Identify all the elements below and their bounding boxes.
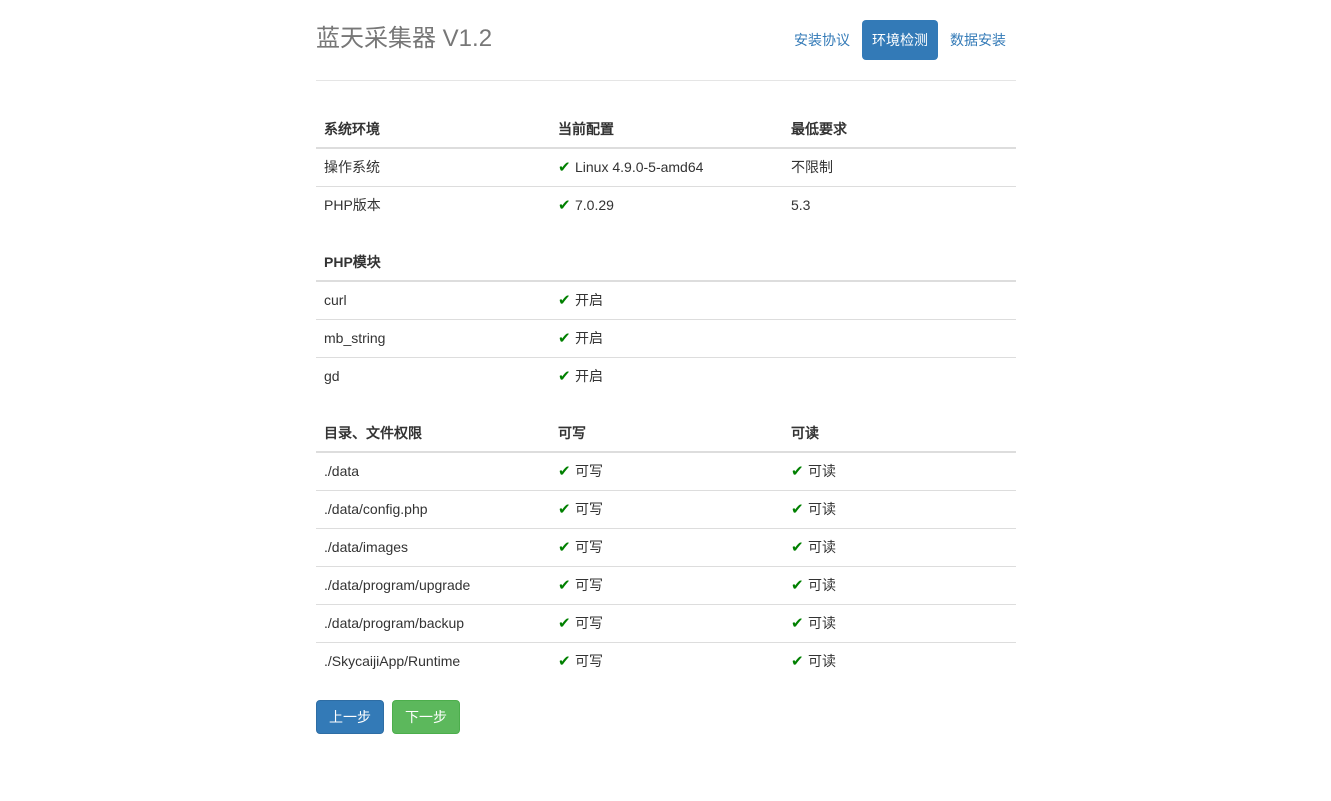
check-icon: ✔ (791, 653, 804, 670)
check-icon: ✔ (558, 368, 571, 385)
check-icon: ✔ (558, 501, 571, 518)
module-status: ✔ 开启 (550, 358, 783, 395)
env-table-header: 系统环境 当前配置 最低要求 (316, 109, 1016, 149)
module-status-value: 开启 (575, 330, 603, 346)
env-required: 不限制 (791, 159, 833, 175)
perm-read-value: 可读 (808, 653, 836, 669)
check-icon: ✔ (558, 159, 571, 176)
col-header-php-modules: PHP模块 (324, 254, 381, 270)
perm-write-value: 可写 (575, 539, 603, 555)
check-icon: ✔ (558, 463, 571, 480)
perm-read: ✔ 可读 (783, 529, 1016, 566)
prev-step-button[interactable]: 上一步 (316, 700, 384, 734)
col-header-system-env: 系统环境 (324, 121, 380, 137)
env-table: 系统环境 当前配置 最低要求 操作系统 ✔ Linux 4.9.0-5-amd64… (316, 109, 1016, 224)
check-icon: ✔ (558, 615, 571, 632)
check-icon: ✔ (791, 463, 804, 480)
perm-write: ✔ 可写 (550, 643, 783, 680)
perm-write: ✔ 可写 (550, 529, 783, 566)
check-icon: ✔ (791, 615, 804, 632)
perm-write: ✔ 可写 (550, 567, 783, 604)
col-header-min-requirement: 最低要求 (791, 121, 847, 137)
perm-read-value: 可读 (808, 463, 836, 479)
module-name: curl (324, 292, 347, 308)
env-current-value: 7.0.29 (575, 197, 614, 213)
table-row: ./data/program/backup ✔ 可写 ✔ 可读 (316, 605, 1016, 643)
perm-read-value: 可读 (808, 539, 836, 555)
nav-step-data-install[interactable]: 数据安装 (940, 20, 1016, 60)
check-icon: ✔ (558, 577, 571, 594)
perm-write: ✔ 可写 (550, 491, 783, 528)
table-row: gd ✔ 开启 (316, 358, 1016, 395)
perm-write-value: 可写 (575, 463, 603, 479)
module-status: ✔ 开启 (550, 282, 783, 319)
col-header-current-config: 当前配置 (558, 121, 614, 137)
table-row: 操作系统 ✔ Linux 4.9.0-5-amd64 不限制 (316, 149, 1016, 187)
perm-write-value: 可写 (575, 615, 603, 631)
table-row: ./SkycaijiApp/Runtime ✔ 可写 ✔ 可读 (316, 643, 1016, 680)
perms-table-header: 目录、文件权限 可写 可读 (316, 413, 1016, 453)
nav-step-agreement[interactable]: 安装协议 (784, 20, 860, 60)
check-icon: ✔ (791, 501, 804, 518)
check-icon: ✔ (558, 539, 571, 556)
perm-write: ✔ 可写 (550, 453, 783, 490)
env-required: 5.3 (791, 197, 811, 213)
table-row: ./data/config.php ✔ 可写 ✔ 可读 (316, 491, 1016, 529)
step-buttons: 上一步 下一步 (316, 700, 1016, 734)
perm-read: ✔ 可读 (783, 643, 1016, 680)
install-container: 蓝天采集器 V1.2 安装协议 环境检测 数据安装 系统环境 当前配置 最低要求… (316, 0, 1016, 734)
env-current: ✔ Linux 4.9.0-5-amd64 (550, 149, 783, 186)
perm-write-value: 可写 (575, 577, 603, 593)
table-row: curl ✔ 开启 (316, 282, 1016, 320)
col-header-readable: 可读 (791, 425, 819, 441)
table-row: ./data/program/upgrade ✔ 可写 ✔ 可读 (316, 567, 1016, 605)
header: 蓝天采集器 V1.2 安装协议 环境检测 数据安装 (316, 0, 1016, 81)
col-header-writable: 可写 (558, 425, 586, 441)
module-status-value: 开启 (575, 292, 603, 308)
modules-table-header: PHP模块 (316, 242, 1016, 282)
next-step-button[interactable]: 下一步 (392, 700, 460, 734)
env-name: PHP版本 (324, 197, 381, 213)
perm-read: ✔ 可读 (783, 491, 1016, 528)
table-row: ./data ✔ 可写 ✔ 可读 (316, 453, 1016, 491)
module-status: ✔ 开启 (550, 320, 783, 357)
table-row: mb_string ✔ 开启 (316, 320, 1016, 358)
check-icon: ✔ (558, 197, 571, 214)
perm-read-value: 可读 (808, 615, 836, 631)
perm-read: ✔ 可读 (783, 453, 1016, 490)
env-current-value: Linux 4.9.0-5-amd64 (575, 159, 704, 175)
perm-path: ./data/images (324, 539, 409, 555)
col-header-dir-perms: 目录、文件权限 (324, 425, 422, 441)
perm-path: ./data (324, 463, 360, 479)
module-status-value: 开启 (575, 368, 603, 384)
env-current: ✔ 7.0.29 (550, 187, 783, 224)
check-icon: ✔ (791, 577, 804, 594)
perm-path: ./data/program/backup (324, 615, 465, 631)
perms-table: 目录、文件权限 可写 可读 ./data ✔ 可写 ✔ 可读 ./data/conf… (316, 413, 1016, 680)
module-name: mb_string (324, 330, 386, 346)
check-icon: ✔ (558, 653, 571, 670)
module-name: gd (324, 368, 340, 384)
perm-path: ./data/config.php (324, 501, 428, 517)
env-name: 操作系统 (324, 159, 380, 175)
check-icon: ✔ (558, 292, 571, 309)
check-icon: ✔ (791, 539, 804, 556)
perm-read: ✔ 可读 (783, 605, 1016, 642)
perm-read-value: 可读 (808, 501, 836, 517)
perm-read: ✔ 可读 (783, 567, 1016, 604)
check-icon: ✔ (558, 330, 571, 347)
table-row: ./data/images ✔ 可写 ✔ 可读 (316, 529, 1016, 567)
step-nav: 安装协议 环境检测 数据安装 (784, 20, 1016, 60)
perm-read-value: 可读 (808, 577, 836, 593)
table-row: PHP版本 ✔ 7.0.29 5.3 (316, 187, 1016, 224)
perm-path: ./SkycaijiApp/Runtime (324, 653, 461, 669)
nav-step-env-check[interactable]: 环境检测 (862, 20, 938, 60)
perm-path: ./data/program/upgrade (324, 577, 471, 593)
perm-write: ✔ 可写 (550, 605, 783, 642)
perm-write-value: 可写 (575, 653, 603, 669)
app-title: 蓝天采集器 V1.2 (316, 25, 493, 52)
modules-table: PHP模块 curl ✔ 开启 mb_string ✔ 开启 gd ✔ 开启 (316, 242, 1016, 395)
perm-write-value: 可写 (575, 501, 603, 517)
